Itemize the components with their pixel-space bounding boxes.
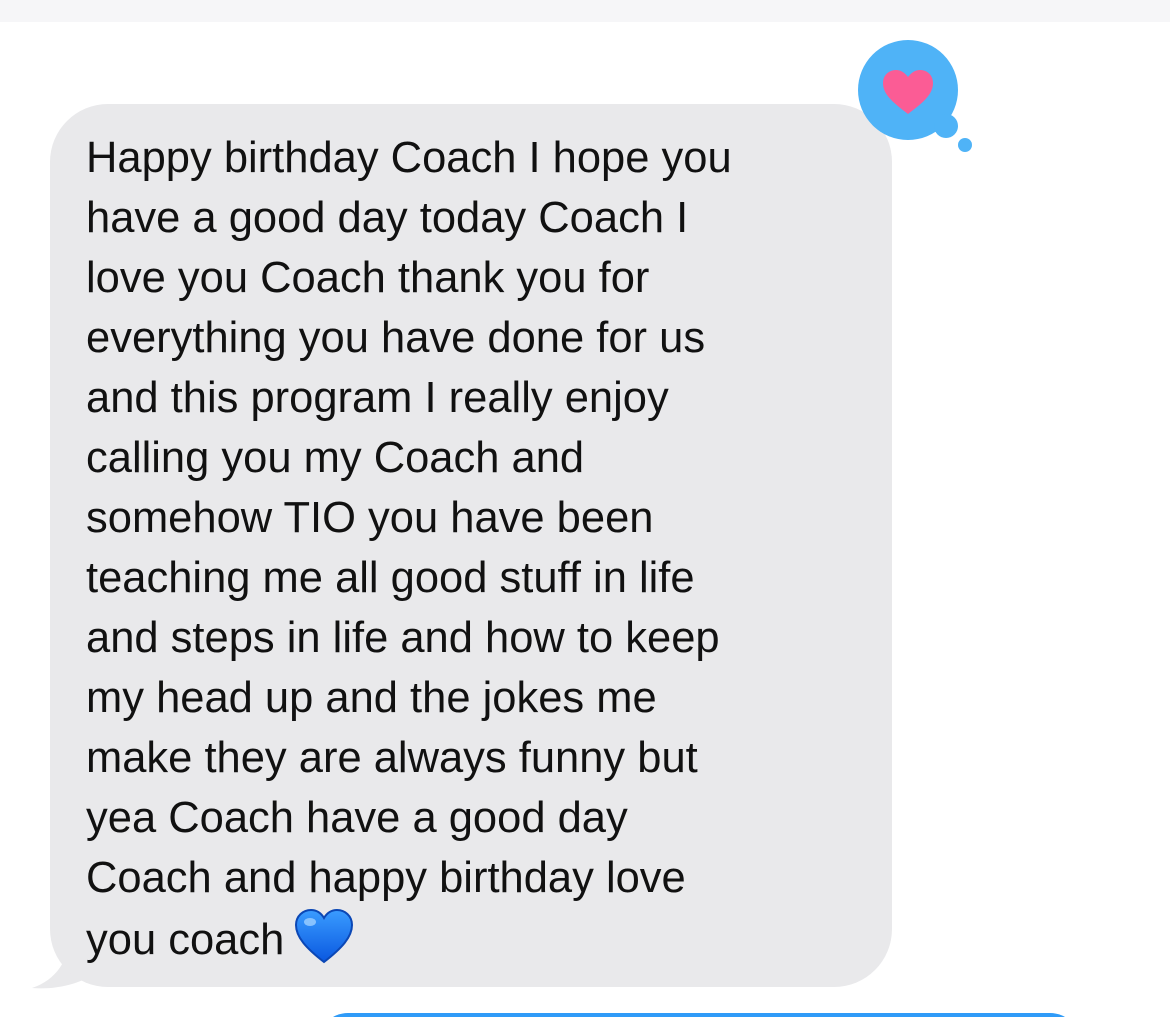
tapback-reaction-badge[interactable] (856, 40, 976, 156)
top-bar-edge (0, 0, 1170, 22)
blue-heart-icon (294, 908, 354, 964)
message-text: Happy birthday Coach I hope you have a g… (86, 128, 876, 970)
messages-view: Happy birthday Coach I hope you have a g… (0, 0, 1170, 1017)
outgoing-message-bubble[interactable] (318, 1013, 1080, 1017)
message-body: Happy birthday Coach I hope you have a g… (86, 134, 732, 964)
incoming-message-bubble[interactable]: Happy birthday Coach I hope you have a g… (50, 104, 892, 987)
